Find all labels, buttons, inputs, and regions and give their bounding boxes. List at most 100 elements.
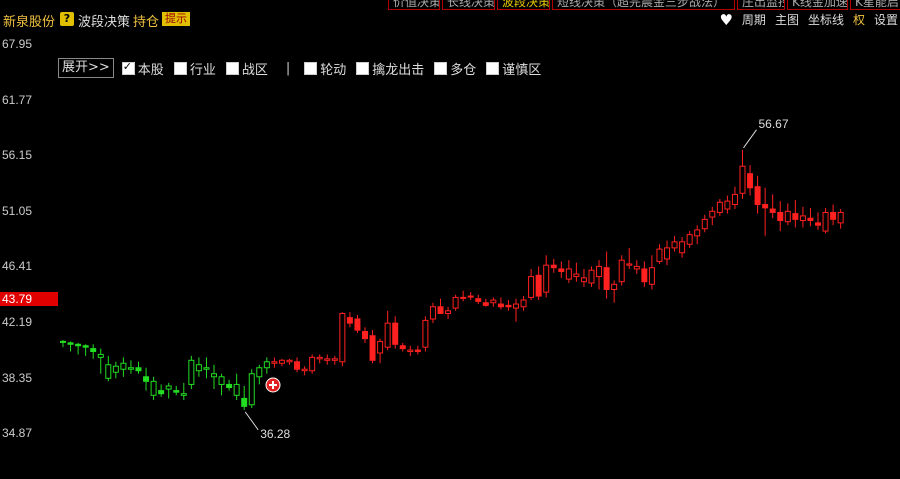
candle-body — [784, 210, 791, 223]
candle — [565, 260, 572, 283]
candle — [588, 266, 595, 287]
candle — [150, 376, 157, 401]
candle-body — [611, 283, 618, 290]
candle — [316, 354, 323, 364]
candle — [301, 366, 308, 376]
candlestick-chart[interactable]: 56.67 36.28 — [0, 0, 900, 479]
candle-body — [75, 343, 82, 347]
candle — [392, 316, 399, 349]
candle-body — [112, 365, 119, 373]
candle-body — [278, 359, 285, 364]
candle-body — [573, 273, 580, 278]
candle — [188, 355, 195, 390]
candle-body — [120, 362, 127, 370]
candle-body — [671, 241, 678, 249]
candle — [67, 341, 74, 352]
candle-body — [679, 241, 686, 254]
candle — [724, 195, 731, 214]
candle-body — [158, 390, 165, 395]
candle-body — [550, 264, 557, 269]
candle-body — [777, 211, 784, 222]
candle-body — [60, 340, 66, 343]
candle-body — [316, 356, 323, 360]
candle-body — [384, 322, 391, 348]
candle-body — [437, 306, 444, 315]
candle — [407, 345, 414, 356]
candle — [611, 280, 618, 303]
candle-body — [97, 353, 104, 358]
candle — [135, 361, 142, 374]
candle — [580, 268, 587, 287]
candle — [324, 354, 331, 365]
candle — [799, 206, 806, 228]
candle — [271, 357, 278, 368]
candle-body — [82, 345, 89, 348]
candle — [256, 364, 263, 385]
candle — [346, 312, 353, 328]
candle-body — [362, 331, 368, 340]
candle-body — [203, 367, 210, 370]
candle — [747, 165, 754, 196]
candle — [82, 344, 89, 356]
candle-body — [535, 274, 542, 297]
candle-body — [195, 364, 202, 372]
candle-body — [248, 373, 255, 406]
candle — [97, 348, 104, 374]
candle-body — [369, 335, 376, 361]
candle-body — [596, 265, 603, 278]
candle-body — [799, 215, 806, 222]
candle-body — [762, 203, 769, 209]
candle — [754, 175, 761, 214]
candle-body — [271, 361, 278, 364]
candle-body — [505, 304, 512, 308]
candle-body — [467, 295, 474, 298]
candle — [384, 310, 391, 351]
candle-body — [807, 217, 814, 222]
candle — [626, 247, 633, 269]
candle-body — [520, 299, 527, 308]
candle-body — [769, 208, 776, 213]
candle — [180, 382, 187, 401]
candle-body — [830, 211, 837, 220]
candle-body — [641, 268, 648, 283]
low-price-arrow — [244, 411, 259, 431]
candle — [520, 296, 527, 311]
candle-body — [528, 276, 535, 298]
candle — [143, 367, 150, 391]
candle-body — [716, 201, 723, 213]
candle-body — [626, 263, 633, 266]
candle — [112, 361, 119, 379]
candle-body — [633, 265, 640, 270]
candle — [248, 369, 255, 408]
candle-body — [475, 298, 482, 302]
candle-body — [490, 299, 497, 304]
candle — [90, 344, 97, 359]
candle — [452, 294, 459, 311]
candle-body — [460, 296, 467, 299]
candle — [694, 225, 701, 245]
candle — [550, 258, 557, 273]
candle-body — [211, 373, 217, 378]
candle-body — [686, 234, 693, 245]
candle — [701, 214, 708, 233]
candle-body — [543, 264, 550, 293]
candle — [233, 373, 240, 401]
candle-body — [664, 247, 670, 260]
candle — [792, 199, 799, 228]
candle — [369, 330, 376, 364]
candle — [482, 298, 489, 307]
candle-body — [513, 303, 519, 309]
candle-body — [263, 361, 270, 369]
candle-body — [482, 302, 489, 306]
candle-body — [339, 313, 346, 363]
candle-body — [452, 296, 459, 309]
candle — [641, 261, 648, 287]
candle-body — [331, 358, 338, 361]
candle-body — [226, 383, 233, 389]
candle — [173, 385, 180, 396]
candle — [429, 302, 436, 324]
candle — [830, 204, 837, 226]
candle — [686, 231, 693, 248]
candle — [837, 209, 844, 229]
candle — [309, 354, 316, 374]
